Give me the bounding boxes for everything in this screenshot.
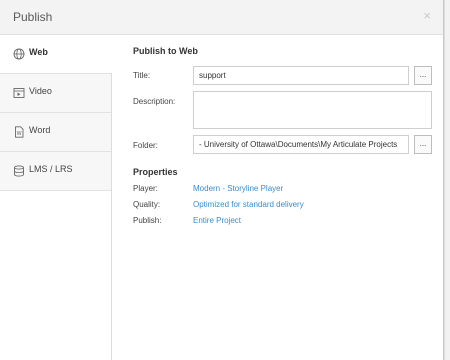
globe-icon: [13, 48, 25, 60]
sidebar-item-video[interactable]: Video: [0, 74, 111, 113]
svg-text:W: W: [17, 131, 22, 137]
folder-browse-button[interactable]: ...: [414, 135, 432, 154]
title-input[interactable]: support: [193, 66, 409, 85]
sidebar-item-label: Web: [29, 47, 48, 57]
publish-scope-label: Publish:: [133, 216, 162, 225]
sidebar-item-lms[interactable]: LMS / LRS: [0, 152, 111, 191]
description-label: Description:: [133, 97, 176, 106]
section-heading-publish-to-web: Publish to Web: [133, 46, 198, 56]
database-icon: [14, 165, 24, 177]
sidebar-item-label: Word: [29, 125, 51, 135]
sidebar-item-label: Video: [29, 86, 52, 96]
sidebar-item-web[interactable]: Web: [0, 35, 112, 74]
sidebar-item-label: LMS / LRS: [29, 164, 73, 174]
video-icon: [13, 88, 25, 98]
quality-label: Quality:: [133, 200, 161, 209]
word-document-icon: W: [15, 126, 24, 138]
publish-content: Publish to Web Title: support ... Descri…: [112, 35, 443, 360]
section-heading-properties: Properties: [133, 167, 178, 177]
player-link[interactable]: Modern - Storyline Player: [193, 184, 283, 193]
dialog-title: Publish: [13, 10, 53, 24]
dialog-titlebar: Publish ×: [0, 0, 443, 35]
player-label: Player:: [133, 184, 158, 193]
title-options-button[interactable]: ...: [414, 66, 432, 85]
folder-label: Folder:: [133, 141, 158, 150]
close-icon[interactable]: ×: [423, 9, 431, 23]
publish-sidebar: Web Video W Word LMS / LRS: [0, 35, 112, 360]
background-window-edge: [444, 0, 450, 360]
sidebar-item-word[interactable]: W Word: [0, 113, 111, 152]
description-textarea[interactable]: [193, 91, 432, 129]
publish-scope-link[interactable]: Entire Project: [193, 216, 241, 225]
publish-dialog: Publish × Web Video W Word LMS / LRS Pub…: [0, 0, 444, 360]
quality-link[interactable]: Optimized for standard delivery: [193, 200, 304, 209]
folder-input[interactable]: - University of Ottawa\Documents\My Arti…: [193, 135, 409, 154]
title-label: Title:: [133, 71, 151, 80]
